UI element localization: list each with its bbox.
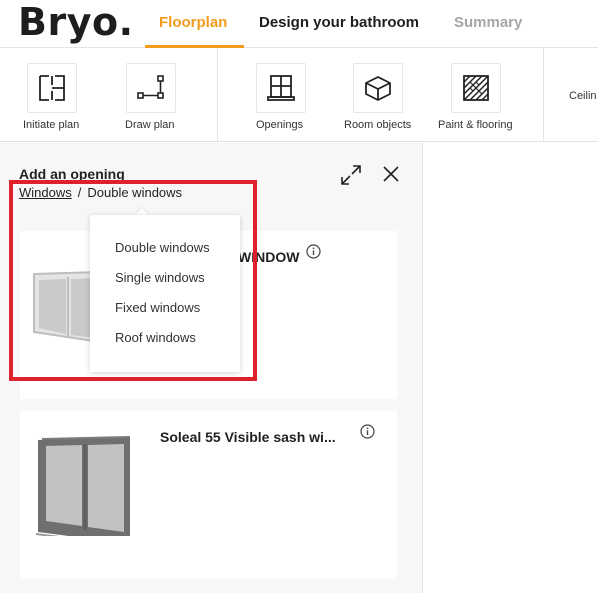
dropdown-option-roof-windows[interactable]: Roof windows bbox=[115, 330, 196, 345]
tab-floorplan[interactable]: Floorplan bbox=[159, 14, 227, 31]
breadcrumb: Windows / Double windows bbox=[19, 185, 182, 200]
panel-title: Add an opening bbox=[19, 166, 125, 182]
initiate-plan-label: Initiate plan bbox=[23, 119, 80, 131]
floorplan-canvas[interactable] bbox=[424, 143, 598, 593]
tool-toolbar: Initiate plan Draw plan Openings Room ob… bbox=[0, 48, 598, 142]
info-icon[interactable] bbox=[306, 244, 321, 259]
draw-plan-label: Draw plan bbox=[125, 119, 175, 131]
dropdown-option-single-windows[interactable]: Single windows bbox=[115, 270, 205, 285]
window-icon bbox=[256, 63, 306, 113]
cube-icon bbox=[353, 63, 403, 113]
paint-flooring-label: Paint & flooring bbox=[438, 119, 513, 131]
product-title: Soleal 55 Visible sash wi... bbox=[160, 429, 336, 445]
dropdown-option-double-windows[interactable]: Double windows bbox=[115, 240, 210, 255]
draw-plan-button[interactable]: Draw plan bbox=[121, 48, 181, 142]
tab-design-your-bathroom[interactable]: Design your bathroom bbox=[259, 14, 419, 31]
close-icon[interactable] bbox=[381, 164, 401, 184]
openings-button[interactable]: Openings bbox=[252, 48, 312, 142]
flooring-pattern-icon bbox=[451, 63, 501, 113]
product-title: WINDOW bbox=[238, 249, 300, 265]
category-dropdown-menu: Double windows Single windows Fixed wind… bbox=[90, 215, 240, 372]
toolbar-divider bbox=[217, 48, 218, 142]
toolbar-divider bbox=[543, 48, 544, 142]
ceiling-label[interactable]: Ceilin bbox=[569, 90, 597, 102]
paint-flooring-button[interactable]: Paint & flooring bbox=[436, 48, 518, 142]
expand-icon[interactable] bbox=[340, 164, 362, 186]
initiate-plan-button[interactable]: Initiate plan bbox=[22, 48, 82, 142]
product-image bbox=[30, 426, 131, 547]
breadcrumb-windows-link[interactable]: Windows bbox=[19, 185, 72, 200]
initiate-plan-icon bbox=[27, 63, 77, 113]
room-objects-button[interactable]: Room objects bbox=[342, 48, 417, 142]
info-icon[interactable] bbox=[360, 424, 375, 439]
openings-label: Openings bbox=[256, 119, 304, 131]
product-card[interactable]: Soleal 55 Visible sash wi... bbox=[20, 411, 397, 579]
dropdown-option-fixed-windows[interactable]: Fixed windows bbox=[115, 300, 200, 315]
tab-summary[interactable]: Summary bbox=[454, 14, 522, 31]
room-objects-label: Room objects bbox=[344, 119, 412, 131]
draw-plan-icon bbox=[126, 63, 176, 113]
breadcrumb-separator: / bbox=[77, 185, 82, 200]
top-header: Bryo. Floorplan Design your bathroom Sum… bbox=[0, 0, 598, 48]
breadcrumb-category-select[interactable]: Double windows bbox=[87, 185, 182, 200]
brand-logo[interactable]: Bryo. bbox=[18, 0, 134, 44]
